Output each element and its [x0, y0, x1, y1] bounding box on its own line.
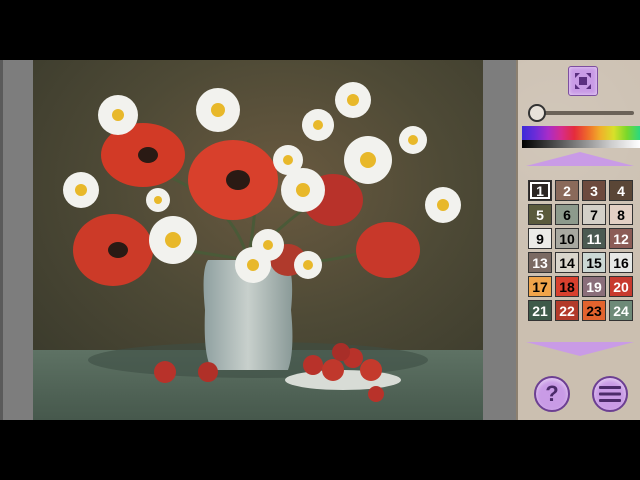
canvas-area[interactable]: [0, 60, 516, 420]
color-palette: 1 2 3 4 5 6 7 8 9 10 11 12 13 14 15 16 17 18 19 20 21 22 23 24: [528, 180, 634, 321]
palette-swatch-8[interactable]: 8: [609, 204, 633, 225]
tool-panel: 1 2 3 4 5 6 7 8 9 10 11 12 13 14 15 16 17 18 19 20 21 22 23 24 …: [516, 60, 640, 420]
zoom-slider[interactable]: [528, 104, 638, 122]
palette-swatch-9[interactable]: 9: [528, 228, 552, 249]
palette-swatch-17[interactable]: 17: [528, 276, 552, 297]
palette-swatch-20[interactable]: 20: [609, 276, 633, 297]
palette-swatch-22[interactable]: 22: [555, 300, 579, 321]
palette-swatch-6[interactable]: 6: [555, 204, 579, 225]
color-spectrum[interactable]: [522, 126, 640, 148]
game-screen: 1 2 3 4 5 6 7 8 9 10 11 12 13 14 15 16 17 18 19 20 21 22 23 24 …: [0, 60, 640, 420]
palette-swatch-21[interactable]: 21: [528, 300, 552, 321]
palette-swatch-1[interactable]: 1: [528, 180, 552, 201]
palette-swatch-10[interactable]: 10: [555, 228, 579, 249]
palette-swatch-3[interactable]: 3: [582, 180, 606, 201]
canvas-edge: [0, 60, 3, 420]
hamburger-menu-icon: [599, 386, 621, 402]
palette-swatch-18[interactable]: 18: [555, 276, 579, 297]
painting-canvas[interactable]: [33, 60, 483, 420]
palette-swatch-15[interactable]: 15: [582, 252, 606, 273]
palette-swatch-23[interactable]: 23: [582, 300, 606, 321]
palette-swatch-24[interactable]: 24: [609, 300, 633, 321]
question-icon: ?: [545, 381, 559, 406]
palette-swatch-12[interactable]: 12: [609, 228, 633, 249]
zoom-slider-track[interactable]: [536, 111, 634, 115]
palette-swatch-14[interactable]: 14: [555, 252, 579, 273]
zoom-slider-knob[interactable]: [528, 104, 546, 122]
menu-button[interactable]: [592, 376, 628, 412]
fit-to-screen-icon: [575, 73, 591, 89]
palette-swatch-16[interactable]: 16: [609, 252, 633, 273]
fit-to-screen-button[interactable]: [568, 66, 598, 96]
palette-swatch-4[interactable]: 4: [609, 180, 633, 201]
help-button[interactable]: ?: [534, 376, 570, 412]
palette-swatch-2[interactable]: 2: [555, 180, 579, 201]
palette-scroll-up-button[interactable]: [526, 152, 634, 166]
palette-swatch-11[interactable]: 11: [582, 228, 606, 249]
palette-swatch-7[interactable]: 7: [582, 204, 606, 225]
palette-scroll-down-button[interactable]: [526, 342, 634, 356]
palette-swatch-13[interactable]: 13: [528, 252, 552, 273]
palette-swatch-19[interactable]: 19: [582, 276, 606, 297]
palette-swatch-5[interactable]: 5: [528, 204, 552, 225]
